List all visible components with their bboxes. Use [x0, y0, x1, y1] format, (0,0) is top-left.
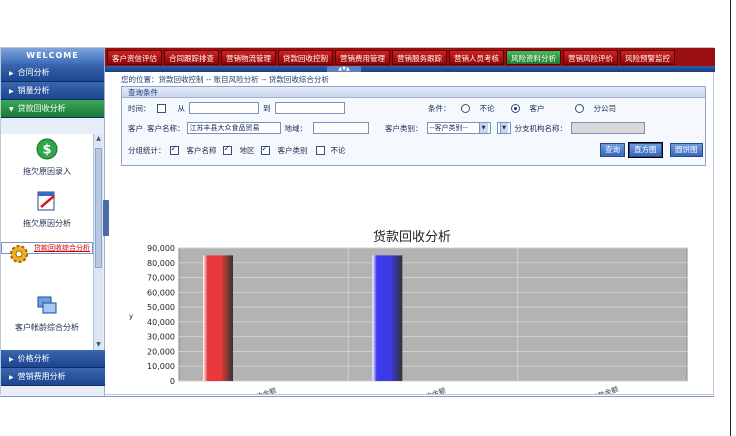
arrow-right-icon: ▶ [9, 88, 14, 95]
tool-customer-aging[interactable]: 客户帐龄综合分析 [1, 294, 93, 333]
svg-text:$: $ [42, 143, 51, 158]
tab-2[interactable]: 营销物流管理 [221, 49, 276, 65]
tab-5[interactable]: 营销服务跟踪 [392, 49, 447, 65]
window-edge [730, 0, 731, 436]
y-tick-label: 10,000 [147, 362, 175, 371]
y-tick-label: 20,000 [147, 347, 175, 356]
tool-label: 拖欠原因分析 [23, 219, 71, 228]
sidebar-item-price-analysis[interactable]: ▶ 价格分析 [1, 350, 105, 368]
sidebar-item-marketing-cost[interactable]: ▶ 营销费用分析 [1, 368, 105, 386]
plot-area [178, 247, 688, 382]
scroll-down-icon[interactable]: ▼ [94, 340, 103, 350]
tab-3[interactable]: 贷款回收控制 [278, 49, 333, 65]
edit-document-icon [37, 191, 55, 211]
arrow-right-icon: ▶ [9, 356, 14, 363]
y-axis-label: y [129, 313, 133, 321]
sidebar-tool-panel: $ 拖欠原因录入 拖欠原因分析 贷款回收综合分析 客户帐龄综合分析 [1, 134, 93, 350]
tab-6[interactable]: 营销人员考核 [449, 49, 504, 65]
arrow-down-icon: ▼ [9, 106, 14, 113]
sidebar-item-label: 价格分析 [17, 354, 50, 363]
tool-label: 拖欠原因录入 [23, 167, 71, 176]
bottom-divider [0, 396, 714, 397]
sidebar-scrollbar[interactable]: ▲ ▼ [93, 134, 103, 350]
sidebar-item-label: 贷款回收分析 [17, 104, 66, 113]
dollar-coin-icon: $ [36, 138, 58, 160]
tool-label: 贷款回收综合分析 [34, 244, 90, 252]
bar-chart: 0 10,000 20,000 30,000 40,000 50,000 60,000 70,… [129, 244, 688, 394]
tab-0[interactable]: 客户资信评估 [107, 49, 162, 65]
welcome-banner: WELCOME [1, 48, 104, 64]
sidebar-item-contract-analysis[interactable]: ▶ 合同分析 [1, 64, 104, 82]
y-tick-label: 50,000 [147, 303, 175, 312]
top-navigation: 客户资信评估 合同跟踪排查 营销物流管理 贷款回收控制 营销费用管理 营销服务跟踪 营销人员… [105, 48, 715, 66]
tab-4[interactable]: 营销费用管理 [335, 49, 390, 65]
main-content: 您的位置：贷款回收控制 -- 账目风险分析 -- 贷款回收综合分析 查询条件 时… [111, 72, 713, 394]
sidebar-bottom-group: ▶ 价格分析 ▶ 营销费用分析 [1, 350, 105, 386]
sidebar: WELCOME ▶ 合同分析 ▶ 销量分析 ▼ 贷款回收分析 $ 拖欠原因录入 拖欠原… [1, 48, 105, 396]
sidebar-item-loan-recovery[interactable]: ▼ 贷款回收分析 [1, 100, 104, 118]
bar-1 [372, 255, 403, 381]
y-tick-label: 60,000 [147, 288, 175, 297]
arrow-right-icon: ▶ [9, 374, 14, 381]
y-tick-label: 40,000 [147, 318, 175, 327]
tool-arrears-analysis[interactable]: 拖欠原因分析 [1, 190, 93, 229]
sidebar-item-sales-analysis[interactable]: ▶ 销量分析 [1, 82, 104, 100]
tab-7[interactable]: 风险资料分析 [506, 49, 561, 65]
tab-8[interactable]: 营销风险评价 [563, 49, 618, 65]
y-tick-label: 70,000 [147, 274, 175, 283]
bar-0 [203, 255, 233, 381]
y-tick-label: 90,000 [147, 244, 175, 253]
tool-arrears-entry[interactable]: $ 拖欠原因录入 [1, 138, 93, 177]
x-tick-label: 应收金额 [248, 386, 277, 394]
y-tick-label: 0 [170, 377, 175, 386]
y-tick-label: 80,000 [147, 259, 175, 268]
tool-loan-recovery-overall[interactable]: 贷款回收综合分析 [1, 242, 93, 263]
sidebar-item-label: 合同分析 [17, 68, 50, 77]
tab-9[interactable]: 风险预警监控 [620, 49, 675, 65]
sidebar-item-label: 销量分析 [17, 86, 50, 95]
x-tick-label: 未付款金额 [583, 384, 619, 394]
gear-icon [10, 245, 28, 263]
scroll-thumb[interactable] [95, 148, 102, 268]
app-window: WELCOME ▶ 合同分析 ▶ 销量分析 ▼ 贷款回收分析 $ 拖欠原因录入 拖欠原… [0, 47, 715, 396]
tab-1[interactable]: 合同跟踪排查 [164, 49, 219, 65]
y-tick-label: 30,000 [147, 333, 175, 342]
scroll-up-icon[interactable]: ▲ [94, 134, 103, 144]
sidebar-collapse-handle[interactable] [103, 200, 109, 236]
x-tick-label: 已收金额 [417, 386, 446, 394]
sidebar-item-label: 营销费用分析 [17, 372, 66, 381]
windows-icon [37, 296, 57, 314]
tool-label: 客户帐龄综合分析 [15, 323, 79, 332]
arrow-right-icon: ▶ [9, 70, 14, 77]
